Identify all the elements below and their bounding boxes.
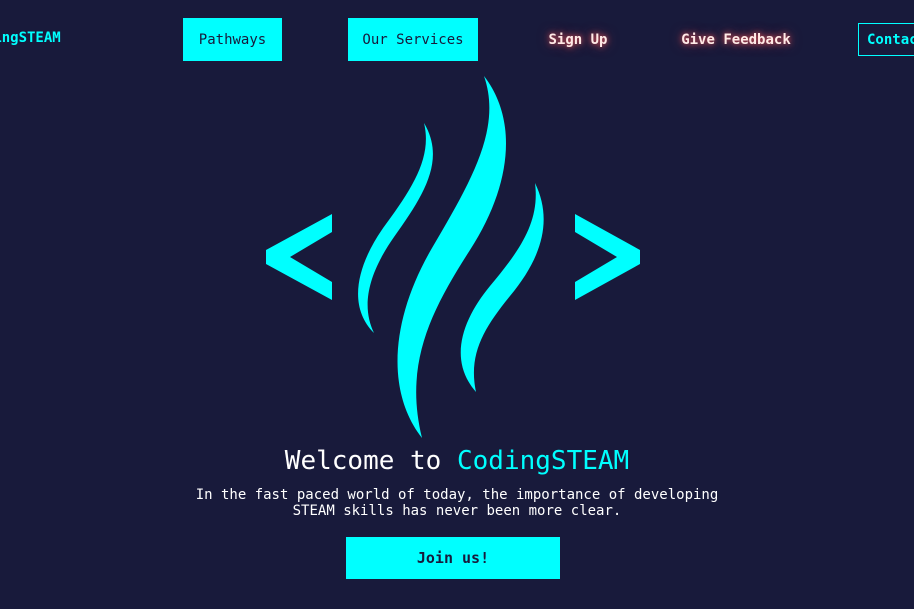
hero-title: Welcome to CodingSTEAM bbox=[0, 446, 914, 476]
page: CodingSTEAM Pathways Our Services Sign U… bbox=[0, 0, 914, 609]
right-bracket-shape bbox=[575, 214, 640, 300]
hero-subtitle: In the fast paced world of today, the im… bbox=[195, 487, 719, 519]
join-us-button[interactable]: Join us! bbox=[346, 537, 560, 579]
nav-feedback-button[interactable]: Give Feedback bbox=[678, 18, 794, 61]
brand-logo-text[interactable]: CodingSTEAM bbox=[0, 30, 61, 46]
nav-signup-button[interactable]: Sign Up bbox=[540, 18, 616, 61]
hero-title-accent: CodingSTEAM bbox=[457, 446, 630, 476]
code-brackets-flame-icon bbox=[266, 76, 640, 438]
nav-services-button[interactable]: Our Services bbox=[348, 18, 478, 61]
hero-title-prefix: Welcome to bbox=[284, 446, 442, 476]
nav-contact-button[interactable]: Contact bbox=[858, 23, 914, 56]
flame-wisp-center bbox=[397, 76, 506, 438]
left-bracket-shape bbox=[266, 214, 332, 300]
nav-pathways-button[interactable]: Pathways bbox=[183, 18, 282, 61]
